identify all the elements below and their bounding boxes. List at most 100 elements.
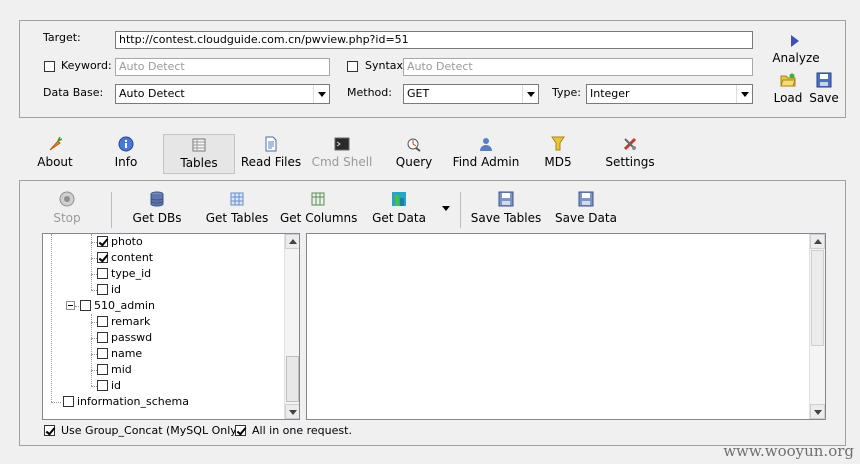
chevron-down-icon [442,206,450,211]
tab-query[interactable]: Query [380,134,448,174]
results-scrollbar[interactable] [809,234,825,419]
tab-about[interactable]: About [21,134,89,174]
toolbar-separator [111,192,112,228]
load-button[interactable]: Load [772,72,804,106]
tree-item-label: mid [111,363,132,376]
tree-item-checkbox[interactable] [97,236,108,247]
type-select[interactable]: Integer [586,84,753,104]
tree-item[interactable]: mid [97,363,132,377]
get-dbs-label: Get DBs [132,211,182,225]
scroll-thumb[interactable] [286,356,299,402]
tab-find-admin-label: Find Admin [452,155,520,169]
stop-icon [59,191,75,207]
tree-item-label: content [111,251,154,264]
get-tables-button[interactable]: Get Tables [202,188,272,228]
tree-item[interactable]: content [97,251,153,265]
tab-info[interactable]: Info [92,134,160,174]
group-concat-checkbox[interactable] [44,425,55,436]
carrot-icon [49,136,63,151]
syntax-input[interactable]: Auto Detect [403,58,753,76]
method-label: Method: [347,86,392,99]
tree-item[interactable]: id [97,283,121,297]
tree-item[interactable]: photo [97,235,143,249]
syntax-checkbox[interactable] [347,61,358,72]
type-select-value: Integer [590,87,630,100]
stop-button[interactable]: Stop [44,188,90,228]
keyword-input[interactable]: Auto Detect [115,58,330,76]
tree-scrollbar[interactable] [284,234,299,419]
group-concat-label: Use Group_Concat (MySQL Only) [61,424,242,437]
tab-read-files[interactable]: Read Files [237,134,305,174]
all-in-one-checkbox[interactable] [235,425,246,436]
scroll-thumb[interactable] [811,250,824,346]
tools-icon [623,137,637,151]
tree-item-label: information_schema [77,395,189,408]
target-url-input[interactable]: http://contest.cloudguide.com.cn/pwview.… [115,31,753,49]
tree-item[interactable]: passwd [97,331,152,345]
get-data-button[interactable]: Get Data [370,188,428,228]
tree-item-checkbox[interactable] [97,316,108,327]
save-data-button[interactable]: Save Data [554,188,618,228]
table-icon [230,192,244,206]
tree-item-label: passwd [111,331,153,344]
tab-find-admin[interactable]: Find Admin [452,134,520,174]
save-tables-button[interactable]: Save Tables [468,188,544,228]
folder-icon [780,73,796,87]
tree-item-checkbox[interactable] [97,348,108,359]
database-select[interactable]: Auto Detect [115,84,330,104]
scroll-down-button[interactable] [285,404,299,419]
tree-item-checkbox[interactable] [97,268,108,279]
syntax-label: Syntax: [365,59,407,72]
tree-item[interactable]: information_schema [63,395,189,409]
scroll-up-button[interactable] [810,234,825,249]
tree-item-checkbox[interactable] [63,396,74,407]
columns-icon [311,192,325,206]
method-select[interactable]: GET [403,84,539,104]
scroll-up-button[interactable] [285,234,299,249]
analyze-button[interactable]: Analyze [768,33,824,67]
tree-item-checkbox[interactable] [80,300,91,311]
get-data-dropdown[interactable] [438,200,454,216]
chevron-down-icon [522,85,538,103]
key-icon [551,136,565,151]
tab-read-files-label: Read Files [240,155,302,169]
save-button[interactable]: Save [808,72,840,106]
tree-item-checkbox[interactable] [97,252,108,263]
keyword-label: Keyword: [61,59,112,72]
target-label: Target: [43,31,81,44]
tree-item[interactable]: remark [97,315,150,329]
keyword-checkbox[interactable] [44,61,55,72]
schema-tree[interactable]: photo content type_id id 510_admin remar… [42,233,300,420]
floppy-icon [498,191,514,207]
tab-tables[interactable]: Tables [163,134,235,174]
tree-item-label: type_id [111,267,152,280]
type-label: Type: [552,86,581,99]
tree-item-checkbox[interactable] [97,332,108,343]
save-tables-label: Save Tables [470,211,542,225]
tree-line [51,234,52,402]
data-icon [392,192,406,206]
get-dbs-button[interactable]: Get DBs [128,188,186,228]
watermark: www.wooyun.org [723,442,854,460]
user-icon [480,138,492,151]
tab-md5[interactable]: MD5 [524,134,592,174]
tree-item[interactable]: name [97,347,142,361]
tree-line [51,402,61,403]
tab-settings[interactable]: Settings [596,134,664,174]
results-pane[interactable] [306,233,826,420]
tree-item-label: remark [111,315,151,328]
tree-item-checkbox[interactable] [97,284,108,295]
tree-item[interactable]: 510_admin [80,299,155,313]
floppy-icon [578,191,594,207]
chevron-down-icon [313,85,329,103]
get-columns-button[interactable]: Get Columns [280,188,357,228]
tree-item[interactable]: type_id [97,267,151,281]
tab-cmd-shell[interactable]: Cmd Shell [308,134,376,174]
collapse-icon[interactable] [66,301,75,310]
tree-item-checkbox[interactable] [97,380,108,391]
save-label: Save [809,91,839,105]
floppy-icon [816,72,832,88]
tree-item-checkbox[interactable] [97,364,108,375]
scroll-down-button[interactable] [810,404,825,419]
tree-item[interactable]: id [97,379,121,393]
